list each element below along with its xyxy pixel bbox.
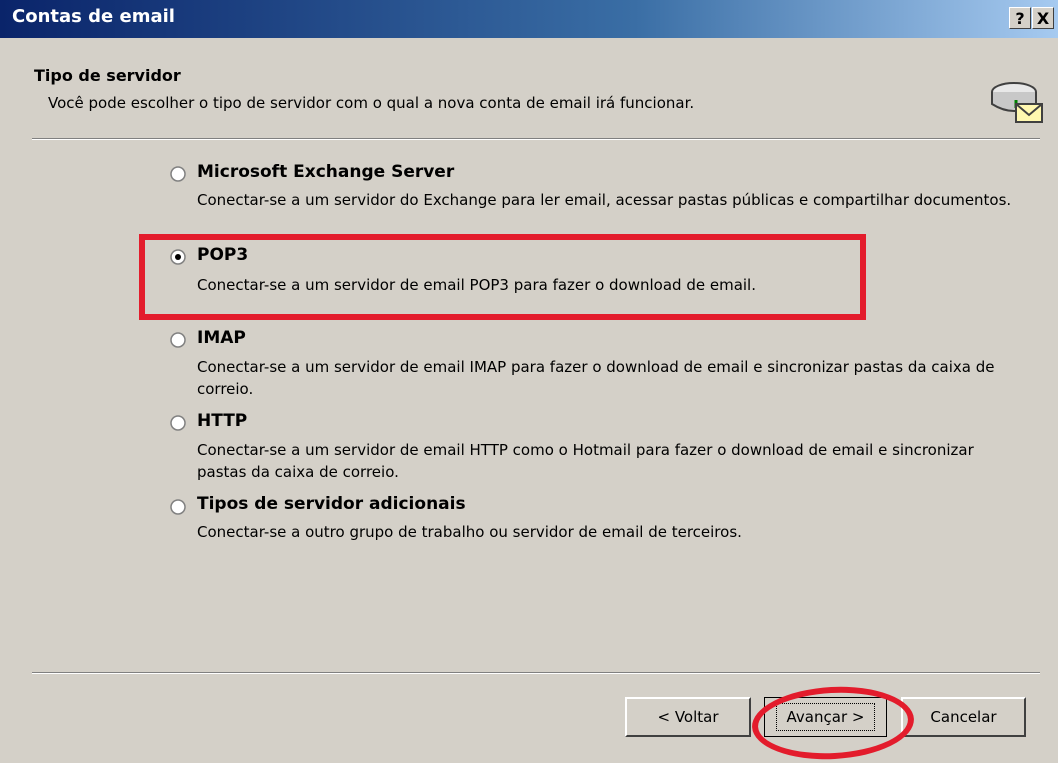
radio-http[interactable]	[170, 415, 186, 431]
pop3-highlight-annotation	[139, 234, 866, 320]
page-subtitle: Você pode escolher o tipo de servidor co…	[48, 94, 695, 112]
page-title: Tipo de servidor	[34, 66, 181, 85]
mail-server-icon	[991, 82, 1043, 123]
close-button[interactable]: X	[1032, 7, 1054, 29]
help-button[interactable]: ?	[1009, 7, 1031, 29]
option-desc-imap: Conectar-se a um servidor de email IMAP …	[197, 358, 995, 398]
option-desc-exchange: Conectar-se a um servidor do Exchange pa…	[197, 191, 1012, 209]
cancel-button[interactable]: Cancelar	[901, 697, 1026, 737]
window-title: Contas de email	[12, 6, 175, 27]
option-desc-http: Conectar-se a um servidor de email HTTP …	[197, 441, 974, 481]
option-label-http[interactable]: HTTP	[197, 411, 247, 431]
option-label-imap[interactable]: IMAP	[197, 328, 246, 348]
title-bar: Contas de email ? X	[0, 0, 1058, 38]
option-label-additional-types[interactable]: Tipos de servidor adicionais	[197, 494, 466, 514]
radio-imap[interactable]	[170, 332, 186, 348]
radio-exchange[interactable]	[170, 166, 186, 182]
back-button[interactable]: < Voltar	[625, 697, 751, 737]
radio-additional-types[interactable]	[170, 499, 186, 515]
option-label-exchange[interactable]: Microsoft Exchange Server	[197, 162, 454, 182]
next-button-highlight-annotation	[750, 682, 916, 763]
wizard-header	[0, 38, 1058, 138]
option-desc-additional-types: Conectar-se a outro grupo de trabalho ou…	[197, 523, 742, 541]
